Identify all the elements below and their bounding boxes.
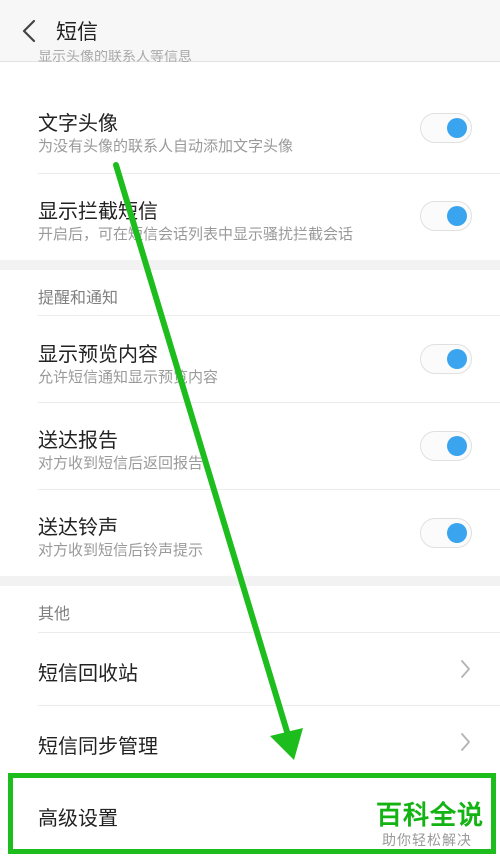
toggle-knob	[447, 523, 467, 543]
watermark-title: 百科全说	[376, 801, 485, 831]
setting-description: 对方收到短信后铃声提示	[38, 541, 204, 559]
setting-label: 送达铃声	[38, 515, 118, 539]
setting-description: 为没有头像的联系人自动添加文字头像	[38, 137, 294, 155]
text-avatar-toggle[interactable]	[420, 113, 472, 143]
setting-row-delivery-report[interactable]: 送达报告 对方收到短信后返回报告	[0, 403, 500, 489]
setting-row-preview[interactable]: 显示预览内容 允许短信通知显示预览内容	[0, 316, 500, 402]
nav-item-recycle-bin[interactable]: 短信回收站	[0, 633, 500, 705]
section-header-notify: 提醒和通知	[38, 288, 119, 307]
nav-item-sync-management[interactable]: 短信同步管理	[0, 706, 500, 774]
show-blocked-toggle[interactable]	[420, 201, 472, 231]
toggle-knob	[447, 118, 467, 138]
chevron-left-icon[interactable]	[18, 18, 40, 44]
setting-row-text-avatar[interactable]: 文字头像 为没有头像的联系人自动添加文字头像	[0, 85, 500, 173]
delivery-ringtone-toggle[interactable]	[420, 518, 472, 548]
setting-label: 送达报告	[38, 428, 118, 452]
setting-label: 显示预览内容	[38, 342, 158, 366]
preview-toggle[interactable]	[420, 344, 472, 374]
setting-label: 文字头像	[38, 111, 118, 135]
setting-description: 对方收到短信后返回报告	[38, 454, 204, 472]
setting-label: 显示拦截短信	[38, 199, 158, 223]
setting-row-show-blocked[interactable]: 显示拦截短信 开启后，可在短信会话列表中显示骚扰拦截会话	[0, 174, 500, 260]
toggle-knob	[447, 206, 467, 226]
nav-item-label: 短信回收站	[38, 661, 138, 685]
page-title: 短信	[56, 20, 98, 44]
chevron-right-icon	[461, 733, 470, 751]
delivery-report-toggle[interactable]	[420, 431, 472, 461]
section-gap	[0, 576, 500, 586]
partial-subtitle: 显示头像的联系人等信息	[38, 50, 192, 62]
setting-description: 允许短信通知显示预览内容	[38, 368, 219, 386]
toggle-knob	[447, 349, 467, 369]
section-header-other: 其他	[38, 604, 71, 623]
setting-description: 开启后，可在短信会话列表中显示骚扰拦截会话	[38, 225, 354, 243]
toggle-knob	[447, 436, 467, 456]
nav-item-label: 短信同步管理	[38, 734, 158, 758]
section-gap	[0, 260, 500, 270]
watermark-subtitle: 助你轻松解决	[382, 833, 472, 849]
chevron-right-icon	[461, 660, 470, 678]
setting-row-delivery-ringtone[interactable]: 送达铃声 对方收到短信后铃声提示	[0, 490, 500, 576]
